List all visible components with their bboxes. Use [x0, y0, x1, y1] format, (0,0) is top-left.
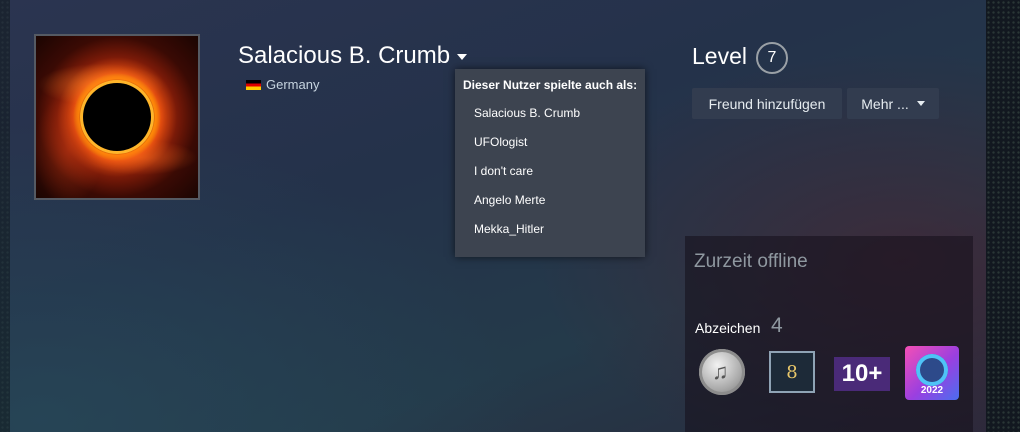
persona-name: Salacious B. Crumb: [238, 42, 451, 69]
badge-number: 8: [786, 361, 798, 383]
more-actions-label: Mehr ...: [861, 95, 909, 112]
page-side-pattern: [986, 0, 1020, 432]
chevron-down-icon: [457, 53, 468, 60]
badge-tile: 8: [769, 351, 815, 393]
badges-label[interactable]: Abzeichen: [695, 320, 760, 336]
avatar-black-hole: [83, 83, 151, 151]
add-friend-button[interactable]: Freund hinzufügen: [692, 88, 842, 119]
chevron-down-icon: [916, 101, 925, 106]
alias-dropdown: Dieser Nutzer spielte auch als: Salaciou…: [455, 69, 645, 257]
level-label: Level: [692, 43, 747, 69]
more-actions-button[interactable]: Mehr ...: [847, 88, 939, 119]
alias-item[interactable]: Salacious B. Crumb: [474, 106, 580, 120]
silver-coin-badge-icon[interactable]: ♫: [697, 347, 749, 399]
persona-name-toggle[interactable]: Salacious B. Crumb: [238, 42, 468, 70]
online-status: Zurzeit offline: [694, 251, 808, 272]
germany-flag-icon: [246, 79, 261, 90]
years-badge-label: 10+: [834, 357, 890, 391]
coin-shape: ♫: [699, 349, 745, 395]
years-badge-icon[interactable]: 10+: [834, 347, 890, 399]
steam-logo-icon: [916, 354, 948, 386]
steam-replay-2022-badge-icon[interactable]: 2022: [905, 346, 959, 400]
alias-item[interactable]: I don't care: [474, 164, 533, 178]
alias-item[interactable]: Mekka_Hitler: [474, 222, 544, 236]
alias-item[interactable]: Angelo Merte: [474, 193, 545, 207]
profile-location: Germany: [246, 77, 319, 92]
country-name: Germany: [266, 77, 320, 92]
badges-count[interactable]: 4: [771, 314, 783, 338]
alias-item[interactable]: UFOlogist: [474, 135, 527, 149]
badge-8-icon[interactable]: 8: [767, 347, 819, 399]
page-edge-pattern: [0, 0, 10, 432]
add-friend-label: Freund hinzufügen: [708, 95, 826, 112]
coin-glyph: ♫: [712, 359, 729, 384]
badge-year: 2022: [920, 385, 944, 396]
level-badge[interactable]: 7: [756, 42, 788, 74]
avatar[interactable]: [34, 34, 200, 200]
alias-dropdown-header: Dieser Nutzer spielte auch als:: [463, 78, 638, 92]
